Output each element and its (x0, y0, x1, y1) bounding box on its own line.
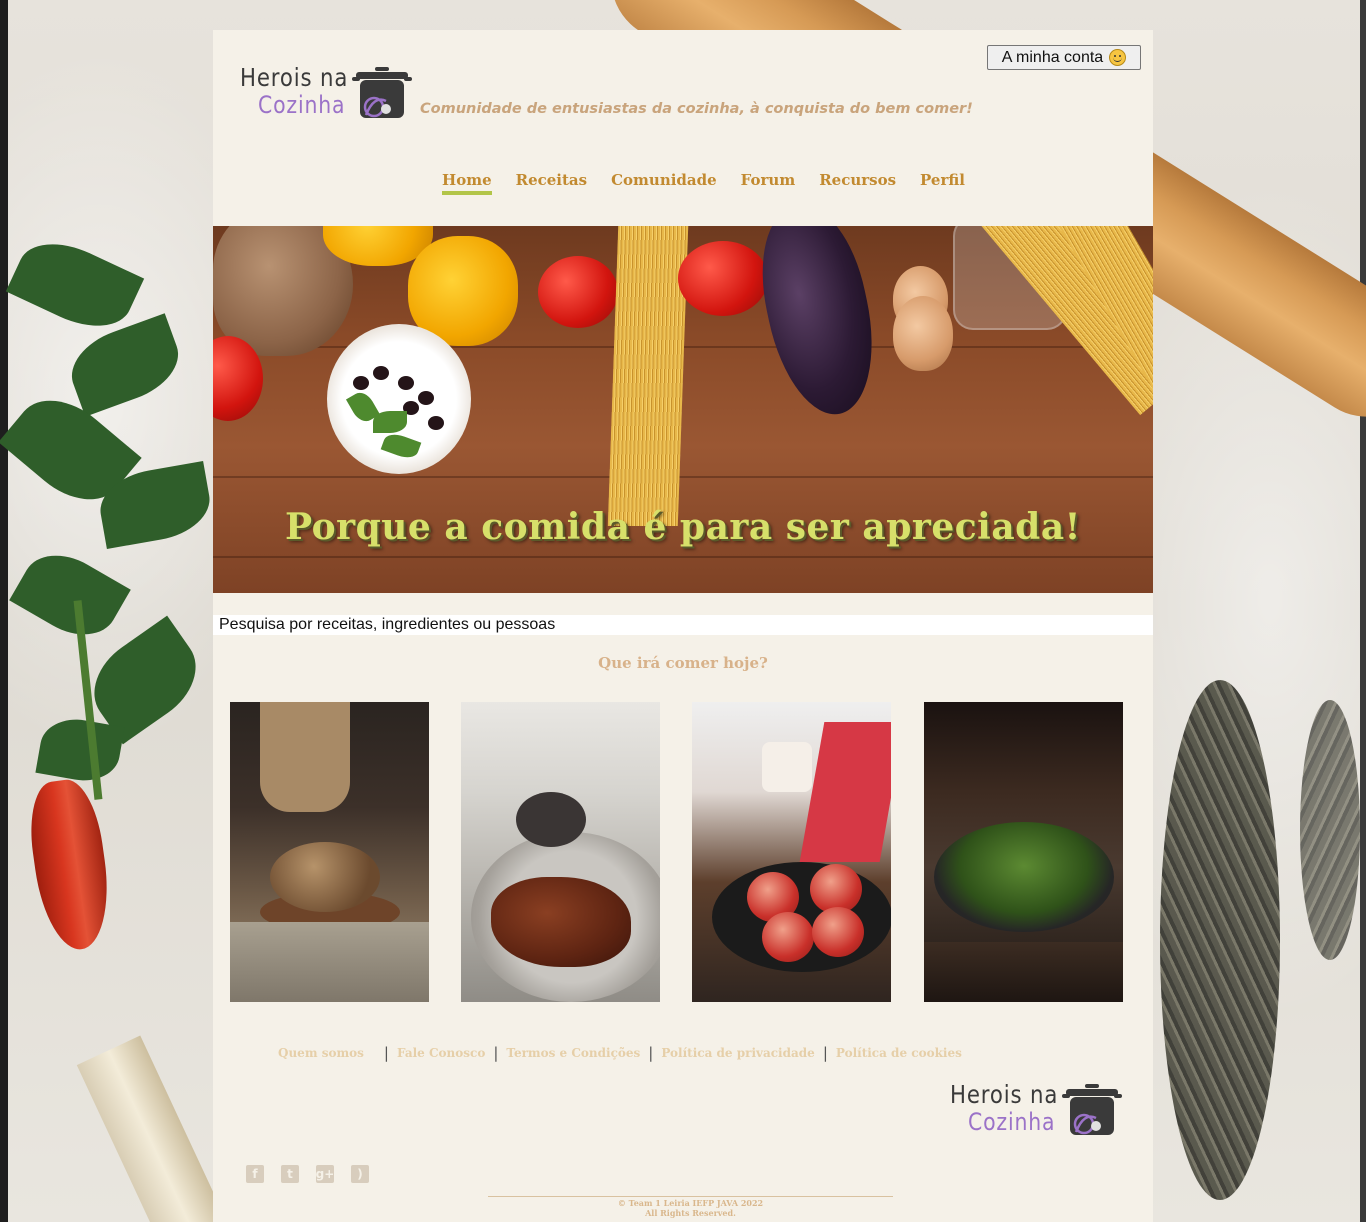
copyright-line2: All Rights Reserved. (645, 1208, 736, 1218)
account-label: A minha conta (1001, 48, 1104, 66)
food-card-baked-apples[interactable] (692, 702, 891, 1002)
footer-link-quem-somos[interactable]: Quem somos (278, 1046, 364, 1060)
my-account-button[interactable]: A minha conta (987, 45, 1141, 70)
cooking-pot-icon (352, 67, 412, 118)
logo-text-line2: Cozinha (258, 91, 346, 119)
site-tagline: Comunidade de entusiastas da cozinha, à … (420, 101, 973, 117)
main-nav: Home Receitas Comunidade Forum Recursos … (213, 171, 1153, 195)
footer-link-privacidade[interactable]: Política de privacidade (661, 1046, 814, 1060)
smiley-icon (1109, 49, 1127, 66)
copyright-line1: © Team 1 Leiria IEFP JAVA 2022 (617, 1198, 764, 1208)
food-card-bread[interactable] (230, 702, 429, 1002)
eggplant-image (747, 226, 889, 425)
google-plus-icon[interactable]: g+ (316, 1165, 334, 1183)
nav-comunidade[interactable]: Comunidade (611, 171, 717, 195)
nav-recursos[interactable]: Recursos (819, 171, 896, 195)
rss-icon[interactable]: ) (351, 1165, 369, 1183)
section-subtitle: Que irá comer hoje? (598, 654, 768, 672)
hero-title: Porque a comida é para ser apreciada! (285, 506, 1081, 548)
food-card-steak[interactable] (461, 702, 660, 1002)
nav-receitas[interactable]: Receitas (516, 171, 587, 195)
footer-divider (488, 1196, 893, 1197)
facebook-icon[interactable]: f (246, 1165, 264, 1183)
footer-link-cookies[interactable]: Política de cookies (836, 1046, 962, 1060)
footer-logo[interactable]: Herois na Cozinha (950, 1080, 1122, 1140)
twitter-icon[interactable]: t (281, 1165, 299, 1183)
site-logo[interactable]: Herois na Cozinha (240, 63, 412, 123)
cooking-pot-icon (1062, 1084, 1122, 1135)
footer-logo-text-line2: Cozinha (968, 1108, 1056, 1136)
footer-link-termos[interactable]: Termos e Condições (506, 1046, 640, 1060)
tomato-image (538, 256, 618, 328)
main-panel: Herois na Cozinha Comunidade de entusias… (213, 30, 1153, 1222)
search-input[interactable] (213, 615, 1153, 635)
footer-logo-text-line1: Herois na (950, 1080, 1059, 1109)
nav-home[interactable]: Home (442, 171, 492, 195)
food-card-salad-bowl[interactable] (924, 702, 1123, 1002)
seeds-image (1160, 680, 1280, 1200)
nav-forum[interactable]: Forum (741, 171, 796, 195)
social-links: f t g+ ) (246, 1165, 369, 1183)
footer-link-fale-conosco[interactable]: Fale Conosco (397, 1046, 485, 1060)
hero-banner: Porque a comida é para ser apreciada! (213, 226, 1153, 593)
footer-links: Quem somos | Fale Conosco | Termos e Con… (278, 1044, 962, 1062)
nav-perfil[interactable]: Perfil (920, 171, 965, 195)
logo-text-line1: Herois na (240, 63, 349, 92)
copyright: © Team 1 Leiria IEFP JAVA 2022 All Right… (488, 1198, 893, 1218)
